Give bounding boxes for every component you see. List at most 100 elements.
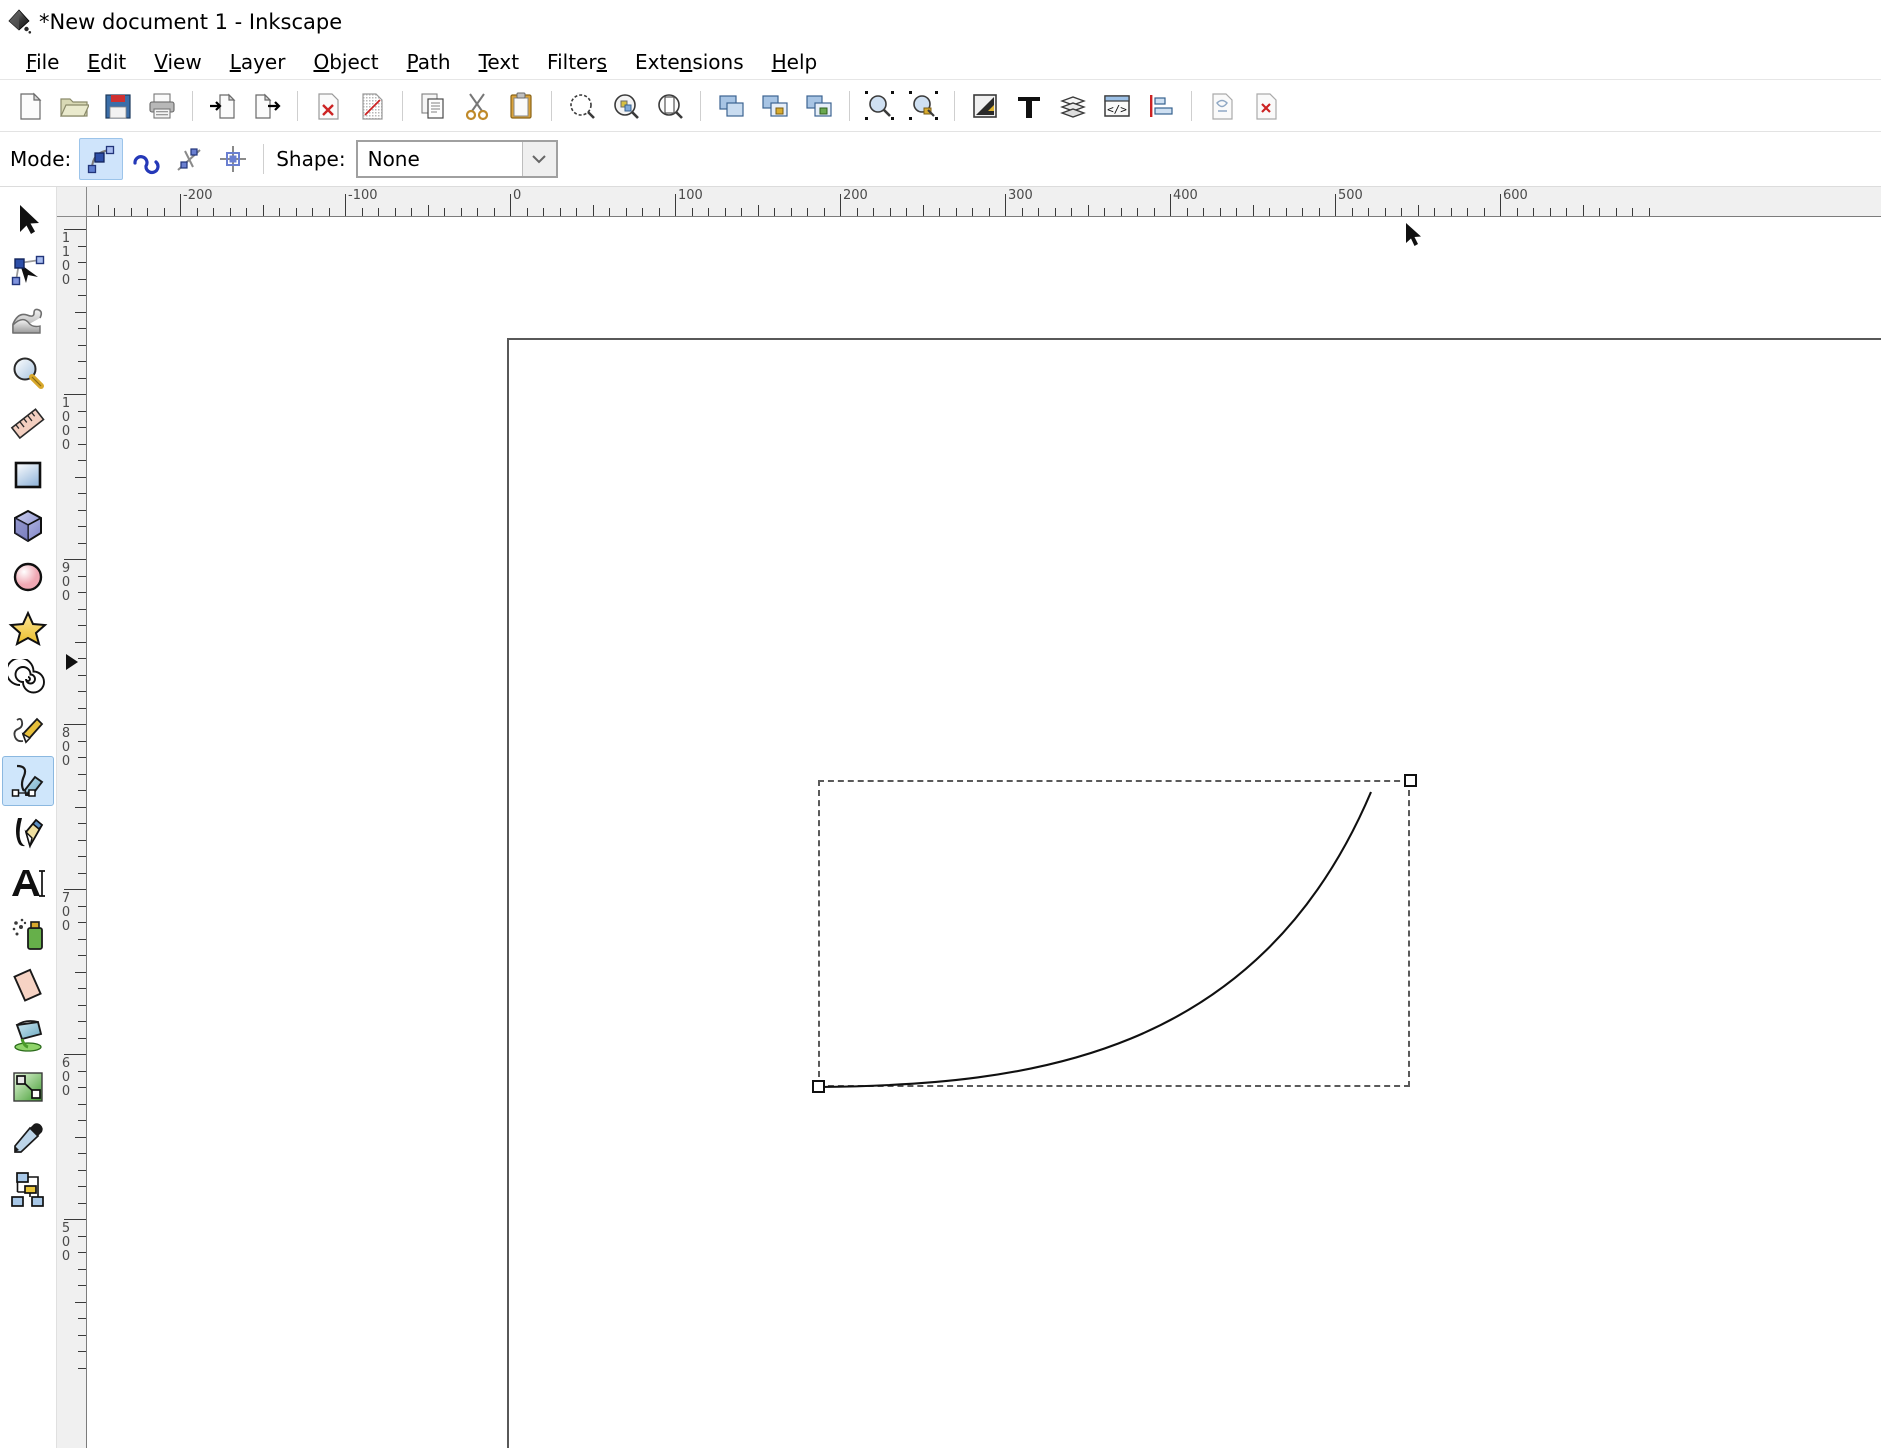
import-icon[interactable] bbox=[201, 84, 245, 128]
ruler-minor-tick bbox=[757, 205, 759, 216]
ungroup-icon[interactable] bbox=[797, 84, 841, 128]
ruler-minor-tick bbox=[262, 205, 264, 216]
redo-icon[interactable] bbox=[350, 84, 394, 128]
spray-tool[interactable] bbox=[2, 909, 54, 959]
paraxial-line-mode-button[interactable] bbox=[211, 138, 255, 180]
selector-tool[interactable] bbox=[2, 195, 54, 245]
eraser-icon bbox=[13, 968, 42, 1002]
ruler-major-tick bbox=[64, 1054, 86, 1055]
zoom-drawing-icon[interactable] bbox=[604, 84, 648, 128]
document-properties-icon[interactable] bbox=[1244, 84, 1288, 128]
ruler-major-tick bbox=[1335, 194, 1336, 216]
straight-line-mode-button[interactable] bbox=[167, 138, 211, 180]
ruler-minor-tick bbox=[78, 509, 86, 511]
paint-bucket-tool[interactable] bbox=[2, 1011, 54, 1061]
ruler-corner[interactable] bbox=[57, 187, 87, 217]
menu-item-text[interactable]: Text bbox=[465, 48, 533, 76]
fill-stroke-icon[interactable] bbox=[858, 84, 902, 128]
undo-icon[interactable] bbox=[306, 84, 350, 128]
menu-item-filters[interactable]: Filters bbox=[533, 48, 621, 76]
dropper-tool[interactable] bbox=[2, 1113, 54, 1163]
menu-item-object[interactable]: Object bbox=[299, 48, 392, 76]
text-tool-icon[interactable] bbox=[1007, 84, 1051, 128]
spiral-tool[interactable] bbox=[2, 654, 54, 704]
ruler-label: 600 bbox=[1503, 188, 1528, 203]
ruler-minor-tick bbox=[75, 971, 86, 973]
pencil-tool[interactable] bbox=[2, 705, 54, 755]
ruler-minor-tick bbox=[78, 344, 86, 346]
print-document-icon[interactable] bbox=[140, 84, 184, 128]
measure-tool[interactable] bbox=[2, 399, 54, 449]
regular-bezier-path-mode-button[interactable] bbox=[79, 138, 124, 180]
path-node-end[interactable] bbox=[1404, 774, 1417, 787]
ruler-minor-tick bbox=[1219, 208, 1221, 216]
bezier-pen-tool[interactable] bbox=[2, 756, 54, 806]
export-icon[interactable] bbox=[245, 84, 289, 128]
ruler-minor-tick bbox=[526, 208, 528, 216]
ruler-minor-tick bbox=[642, 208, 643, 216]
paste-icon[interactable] bbox=[499, 84, 543, 128]
preferences-icon[interactable] bbox=[1200, 84, 1244, 128]
connector-tool[interactable] bbox=[2, 1164, 54, 1214]
ruler-minor-tick bbox=[78, 757, 86, 758]
align-distribute-icon[interactable] bbox=[1139, 84, 1183, 128]
gradient-tool[interactable] bbox=[2, 1062, 54, 1112]
zoom-selection-icon[interactable] bbox=[560, 84, 604, 128]
menu-item-help[interactable]: Help bbox=[758, 48, 832, 76]
cut-icon[interactable] bbox=[455, 84, 499, 128]
ruler-minor-tick bbox=[78, 1021, 86, 1022]
zoom-tool[interactable] bbox=[2, 348, 54, 398]
duplicate-icon[interactable] bbox=[709, 84, 753, 128]
save-document-icon[interactable] bbox=[96, 84, 140, 128]
shape-dropdown[interactable]: None bbox=[355, 140, 558, 178]
new-document-icon[interactable] bbox=[8, 84, 52, 128]
eraser-tool[interactable] bbox=[2, 960, 54, 1010]
object-properties-icon[interactable] bbox=[902, 84, 946, 128]
layers-icon[interactable] bbox=[1051, 84, 1095, 128]
zoom-page-icon[interactable] bbox=[648, 84, 692, 128]
path-node-start[interactable] bbox=[812, 1080, 825, 1093]
tweak-tool[interactable] bbox=[2, 297, 54, 347]
ruler-minor-tick bbox=[807, 208, 808, 216]
menu-item-edit[interactable]: Edit bbox=[73, 48, 140, 76]
open-document-icon[interactable] bbox=[52, 84, 96, 128]
star-tool[interactable] bbox=[2, 603, 54, 653]
menu-item-layer[interactable]: Layer bbox=[216, 48, 300, 76]
ellipse-tool[interactable] bbox=[2, 552, 54, 602]
tool-palette bbox=[0, 187, 57, 1448]
copy-icon[interactable] bbox=[411, 84, 455, 128]
ruler-minor-tick bbox=[78, 1070, 86, 1072]
ruler-minor-tick bbox=[78, 1285, 86, 1286]
ruler-label: 600 bbox=[61, 1056, 71, 1099]
horizontal-ruler[interactable]: -200 -100 0 100 200 300 400 500 600 bbox=[87, 187, 1881, 217]
bezier-curve-path[interactable] bbox=[788, 758, 1448, 1118]
ruler-minor-tick bbox=[78, 1235, 86, 1237]
spiro-curve-icon bbox=[133, 155, 160, 175]
box3d-tool[interactable] bbox=[2, 501, 54, 551]
menu-item-view[interactable]: View bbox=[140, 48, 215, 76]
calligraphy-pen-icon bbox=[16, 818, 44, 849]
ruler-minor-tick bbox=[559, 208, 561, 216]
ruler-minor-tick bbox=[78, 592, 86, 593]
text-tool[interactable] bbox=[2, 858, 54, 908]
menu-item-extensions[interactable]: Extensions bbox=[621, 48, 758, 76]
menu-item-path[interactable]: Path bbox=[393, 48, 465, 76]
ruler-minor-tick bbox=[78, 1004, 86, 1006]
spiro-path-mode-button[interactable] bbox=[123, 138, 167, 180]
rectangle-tool[interactable] bbox=[2, 450, 54, 500]
ruler-minor-tick bbox=[609, 208, 610, 216]
group-icon[interactable] bbox=[753, 84, 797, 128]
ruler-minor-tick bbox=[1054, 208, 1056, 216]
ruler-minor-tick bbox=[75, 1301, 86, 1303]
node-editor-tool[interactable] bbox=[2, 246, 54, 296]
inkscape-window: *New document 1 - Inkscape File Edit Vie… bbox=[0, 0, 1881, 1448]
xml-editor-icon[interactable]: </> bbox=[1095, 84, 1139, 128]
vertical-ruler[interactable]: 1100 1000 900 800 700 600 500 bbox=[57, 217, 87, 1448]
calligraphy-tool[interactable] bbox=[2, 807, 54, 857]
menu-item-file[interactable]: File bbox=[12, 48, 73, 76]
drawing-canvas[interactable] bbox=[88, 218, 1881, 1448]
chevron-down-icon[interactable] bbox=[521, 142, 556, 176]
text-style-icon[interactable] bbox=[963, 84, 1007, 128]
ruler-minor-tick bbox=[78, 427, 86, 428]
ruler-minor-tick bbox=[78, 1169, 86, 1171]
